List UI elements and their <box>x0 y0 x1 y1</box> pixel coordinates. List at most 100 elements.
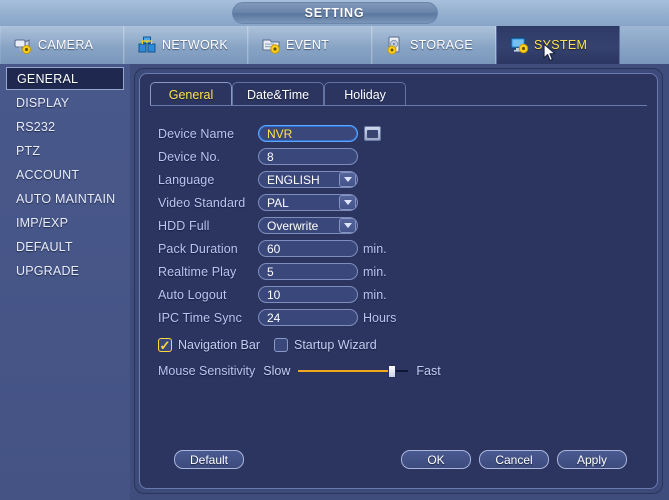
video-standard-select[interactable]: PAL <box>258 194 358 211</box>
auto-logout-input[interactable]: 10 <box>258 286 358 303</box>
tab-system-label: SYSTEM <box>534 38 588 52</box>
keyboard-icon[interactable] <box>364 126 381 141</box>
slider-handle[interactable] <box>387 364 396 378</box>
chevron-down-icon[interactable] <box>339 195 356 210</box>
sidebar-item-label: GENERAL <box>17 71 79 86</box>
tab-holiday[interactable]: Holiday <box>324 82 407 106</box>
tab-camera-label: CAMERA <box>38 38 94 52</box>
keyboard-glyph <box>367 129 378 138</box>
sidebar-item-upgrade[interactable]: UPGRADE <box>6 259 124 282</box>
language-value: ENGLISH <box>267 172 320 187</box>
realtime-play-value: 5 <box>267 264 274 279</box>
settings-panel: General Date&Time Holiday Device Name NV… <box>130 64 669 500</box>
storage-icon <box>385 35 405 55</box>
mouse-sensitivity-min-label: Slow <box>263 364 291 378</box>
device-name-label: Device Name <box>158 126 235 141</box>
row-checkboxes: ✓ Navigation Bar Startup Wizard <box>158 333 578 357</box>
row-mouse-sensitivity: Mouse Sensitivity Slow Fast <box>158 359 578 383</box>
ipc-time-sync-label: IPC Time Sync <box>158 310 242 325</box>
hdd-full-label: HDD Full <box>158 218 210 233</box>
language-label: Language <box>158 172 215 187</box>
sidebar-item-default[interactable]: DEFAULT <box>6 235 124 258</box>
video-standard-label: Video Standard <box>158 195 246 210</box>
device-name-input[interactable]: NVR <box>258 125 358 142</box>
default-button[interactable]: Default <box>174 450 244 469</box>
hdd-full-select[interactable]: Overwrite <box>258 217 358 234</box>
device-no-input[interactable]: 8 <box>258 148 358 165</box>
row-device-name: Device Name NVR <box>158 122 578 145</box>
ipc-time-sync-value: 24 <box>267 310 281 325</box>
sidebar-item-label: UPGRADE <box>16 263 80 278</box>
tab-system[interactable]: SYSTEM <box>496 26 620 64</box>
row-ipc-time-sync: IPC Time Sync 24 Hours <box>158 306 578 329</box>
startup-wizard-label: Startup Wizard <box>294 338 377 352</box>
sidebar-item-label: PTZ <box>16 143 41 158</box>
ok-button[interactable]: OK <box>401 450 471 469</box>
apply-button[interactable]: Apply <box>557 450 627 469</box>
row-realtime-play: Realtime Play 5 min. <box>158 260 578 283</box>
sidebar-item-account[interactable]: ACCOUNT <box>6 163 124 186</box>
row-auto-logout: Auto Logout 10 min. <box>158 283 578 306</box>
device-no-label: Device No. <box>158 149 221 164</box>
sidebar-item-display[interactable]: DISPLAY <box>6 91 124 114</box>
window-title: SETTING <box>231 2 438 24</box>
navigation-bar-checkbox[interactable]: ✓ <box>158 338 172 352</box>
check-icon: ✓ <box>159 337 171 353</box>
row-hdd-full: HDD Full Overwrite <box>158 214 578 237</box>
tab-event[interactable]: EVENT <box>248 26 372 64</box>
sidebar-item-label: ACCOUNT <box>16 167 80 182</box>
window-titlebar: SETTING <box>0 0 669 26</box>
chevron-down-icon[interactable] <box>339 172 356 187</box>
tab-network-label: NETWORK <box>162 38 228 52</box>
tab-holiday-label: Holiday <box>344 87 386 102</box>
tab-event-label: EVENT <box>286 38 330 52</box>
auto-logout-label: Auto Logout <box>158 287 227 302</box>
sidebar-item-ptz[interactable]: PTZ <box>6 139 124 162</box>
device-no-value: 8 <box>267 149 274 164</box>
subtabs-divider <box>150 105 647 106</box>
panel-content: General Date&Time Holiday Device Name NV… <box>139 73 658 489</box>
pack-duration-label: Pack Duration <box>158 241 238 256</box>
sidebar-item-label: DISPLAY <box>16 95 70 110</box>
tab-date-time-label: Date&Time <box>247 87 310 102</box>
hdd-full-value: Overwrite <box>267 218 319 233</box>
row-video-standard: Video Standard PAL <box>158 191 578 214</box>
tab-camera[interactable]: CAMERA <box>0 26 124 64</box>
startup-wizard-checkbox[interactable] <box>274 338 288 352</box>
navigation-bar-label: Navigation Bar <box>178 338 260 352</box>
pack-duration-input[interactable]: 60 <box>258 240 358 257</box>
system-icon <box>509 35 529 55</box>
mouse-cursor <box>543 43 557 63</box>
tab-storage[interactable]: STORAGE <box>372 26 496 64</box>
panel-outer-frame: General Date&Time Holiday Device Name NV… <box>134 68 663 494</box>
tab-date-time[interactable]: Date&Time <box>232 82 325 106</box>
mouse-sensitivity-slider[interactable] <box>298 364 409 378</box>
ipc-time-sync-input[interactable]: 24 <box>258 309 358 326</box>
tab-general[interactable]: General <box>150 82 232 106</box>
general-settings-form: Device Name NVR Device No. 8 Language EN… <box>158 122 578 383</box>
realtime-play-suffix: min. <box>363 264 387 279</box>
sidebar-item-label: RS232 <box>16 119 56 134</box>
settings-subtabs: General Date&Time Holiday <box>150 82 407 106</box>
tab-network[interactable]: NETWORK <box>124 26 248 64</box>
sidebar-item-label: AUTO MAINTAIN <box>16 191 116 206</box>
tab-storage-label: STORAGE <box>410 38 473 52</box>
sidebar-item-general[interactable]: GENERAL <box>6 67 124 90</box>
row-device-no: Device No. 8 <box>158 145 578 168</box>
panel-buttonbar: Default OK Cancel Apply <box>158 450 643 470</box>
mouse-sensitivity-label: Mouse Sensitivity <box>158 364 256 378</box>
realtime-play-input[interactable]: 5 <box>258 263 358 280</box>
sidebar-item-rs232[interactable]: RS232 <box>6 115 124 138</box>
sidebar-item-auto-maintain[interactable]: AUTO MAINTAIN <box>6 187 124 210</box>
auto-logout-suffix: min. <box>363 287 387 302</box>
tab-general-label: General <box>168 87 214 102</box>
sidebar-item-imp-exp[interactable]: IMP/EXP <box>6 211 124 234</box>
camera-icon <box>13 35 33 55</box>
chevron-down-icon[interactable] <box>339 218 356 233</box>
auto-logout-value: 10 <box>267 287 281 302</box>
network-icon <box>137 35 157 55</box>
sidebar-item-label: DEFAULT <box>16 239 73 254</box>
event-icon <box>261 35 281 55</box>
cancel-button[interactable]: Cancel <box>479 450 549 469</box>
language-select[interactable]: ENGLISH <box>258 171 358 188</box>
